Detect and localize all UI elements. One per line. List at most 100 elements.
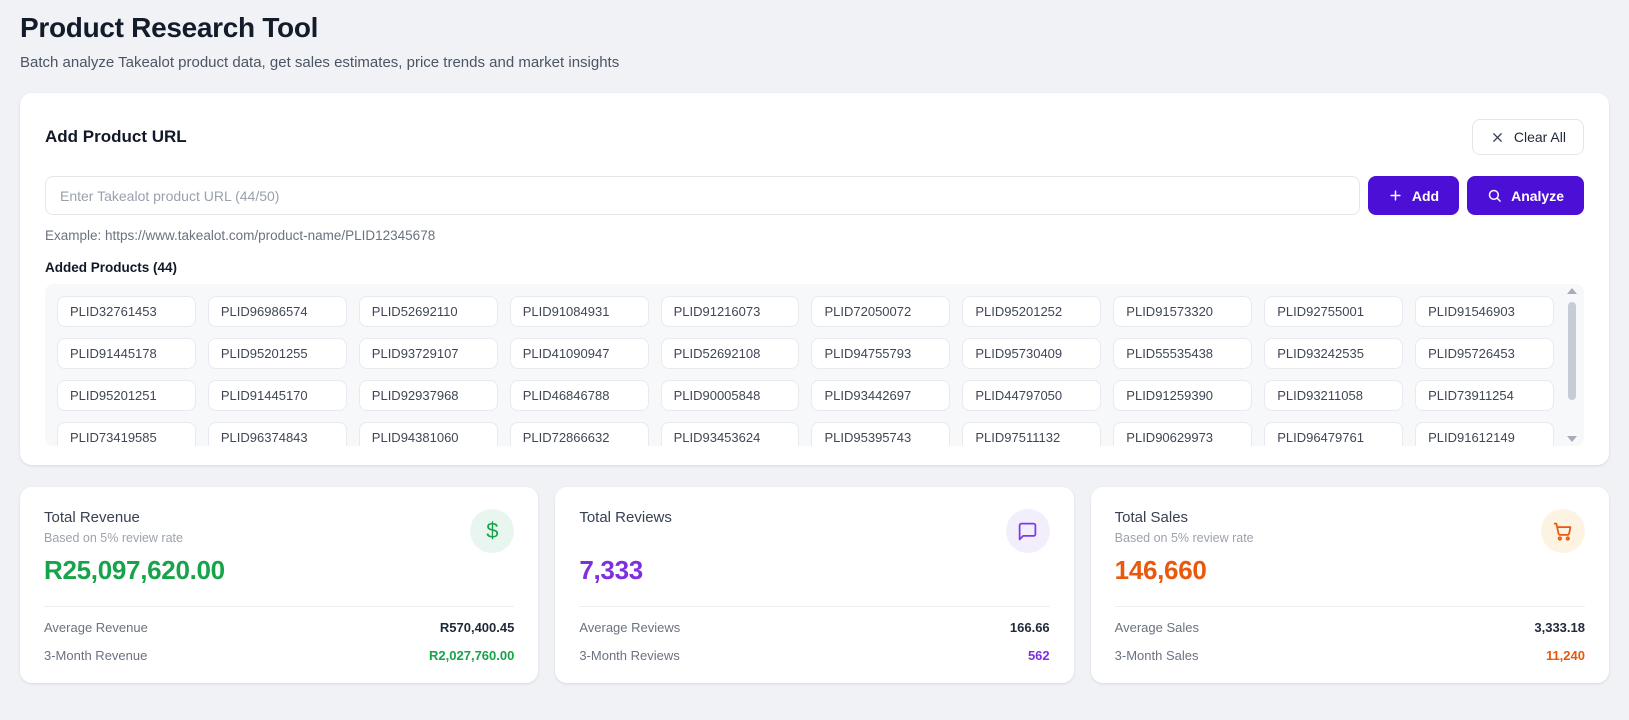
product-plid-chip[interactable]: PLID92937968 xyxy=(358,380,498,411)
product-plid-chip[interactable]: PLID91546903 xyxy=(1415,296,1554,327)
product-plid-chip[interactable]: PLID52692108 xyxy=(660,338,800,369)
product-plid: PLID91445178 xyxy=(70,346,157,361)
product-plid: PLID97511132 xyxy=(975,430,1061,445)
product-plid-chip[interactable]: PLID41090947 xyxy=(509,338,649,369)
scroll-up-icon[interactable] xyxy=(1567,288,1577,294)
product-plid: PLID93211058 xyxy=(1277,388,1363,403)
product-plid-chip[interactable]: PLID96479761 xyxy=(1264,422,1404,446)
product-plid: PLID73419585 xyxy=(70,430,157,445)
product-plid-chip[interactable]: PLID94755793 xyxy=(811,338,951,369)
scrollbar-thumb[interactable] xyxy=(1568,302,1576,400)
search-icon xyxy=(1487,188,1502,203)
stats-row: Total Revenue Based on 5% review rate R2… xyxy=(20,487,1609,683)
product-plid: PLID72866632 xyxy=(522,430,610,445)
product-plid: PLID90629973 xyxy=(1126,430,1214,445)
analyze-button[interactable]: Analyze xyxy=(1467,176,1584,215)
product-plid-chip[interactable]: PLID93729107 xyxy=(358,338,498,369)
product-plid: PLID52692110 xyxy=(371,304,458,319)
product-plid: PLID41090947 xyxy=(522,346,610,361)
product-plid: PLID91546903 xyxy=(1428,304,1515,319)
analyze-button-label: Analyze xyxy=(1511,187,1564,204)
add-button-label: Add xyxy=(1411,187,1440,204)
three-month-reviews-label: 3-Month Reviews xyxy=(579,648,680,663)
product-plid-chip[interactable]: PLID91445170 xyxy=(207,380,347,411)
product-plid: PLID44797050 xyxy=(975,388,1063,403)
product-plid-chip[interactable]: PLID44797050 xyxy=(962,380,1102,411)
reviews-subtitle xyxy=(579,531,672,546)
product-plid-chip[interactable]: PLID91445178 xyxy=(57,338,196,369)
add-button[interactable]: Add xyxy=(1367,176,1460,215)
add-product-title: Add Product URL xyxy=(45,127,187,146)
product-plid: PLID46846788 xyxy=(522,388,610,403)
product-plid: PLID95395743 xyxy=(824,430,912,445)
close-icon xyxy=(1490,130,1505,145)
three-month-reviews-value: 562 xyxy=(1027,648,1050,663)
product-plid-chip[interactable]: PLID93453624 xyxy=(660,422,800,446)
product-plid-chip[interactable]: PLID97511132 xyxy=(962,422,1102,446)
product-plid-chip[interactable]: PLID96374843 xyxy=(207,422,347,446)
product-plid-chip[interactable]: PLID95201255 xyxy=(207,338,347,369)
product-plid: PLID92755001 xyxy=(1277,304,1364,319)
url-example-text: Example: https://www.takealot.com/produc… xyxy=(45,228,436,243)
divider xyxy=(579,606,1050,607)
product-url-input[interactable] xyxy=(45,176,1360,215)
added-products-list: PLID32761453 PLID96986574 PLID52692110 P… xyxy=(57,296,1554,446)
products-scrollbar[interactable] xyxy=(1566,288,1578,442)
product-plid-chip[interactable]: PLID72866632 xyxy=(509,422,649,446)
product-plid-chip[interactable]: PLID90629973 xyxy=(1113,422,1253,446)
product-plid: PLID95726453 xyxy=(1428,346,1515,361)
product-plid-chip[interactable]: PLID91084931 xyxy=(509,296,649,327)
scroll-down-icon[interactable] xyxy=(1567,436,1577,442)
product-plid-chip[interactable]: PLID95726453 xyxy=(1415,338,1554,369)
product-plid-chip[interactable]: PLID93242535 xyxy=(1264,338,1404,369)
product-plid-chip[interactable]: PLID32761453 xyxy=(57,296,196,327)
product-plid: PLID95201255 xyxy=(220,346,308,361)
clear-all-button[interactable]: Clear All xyxy=(1471,119,1584,155)
page: Product Research Tool Batch analyze Take… xyxy=(0,0,1629,695)
product-plid: PLID55535438 xyxy=(1126,346,1214,361)
product-plid-chip[interactable]: PLID55535438 xyxy=(1113,338,1253,369)
product-plid-chip[interactable]: PLID72050072 xyxy=(811,296,951,327)
cart-icon xyxy=(1540,509,1585,553)
revenue-title: Total Revenue xyxy=(44,509,140,526)
total-revenue-card: Total Revenue Based on 5% review rate R2… xyxy=(20,487,539,683)
average-revenue-value: R570,400.45 xyxy=(439,620,515,635)
product-plid: PLID93442697 xyxy=(824,388,912,403)
product-plid-chip[interactable]: PLID91612149 xyxy=(1415,422,1554,446)
dollar-icon: $ xyxy=(470,509,515,553)
product-plid-chip[interactable]: PLID95395743 xyxy=(811,422,951,446)
average-sales-label: Average Sales xyxy=(1114,620,1199,635)
product-plid-chip[interactable]: PLID92755001 xyxy=(1264,296,1404,327)
product-plid-chip[interactable]: PLID96986574 xyxy=(207,296,347,327)
product-plid-chip[interactable]: PLID90005848 xyxy=(660,380,800,411)
product-plid: PLID32761453 xyxy=(70,304,157,319)
product-plid-chip[interactable]: PLID95201252 xyxy=(962,296,1102,327)
product-plid-chip[interactable]: PLID95201251 xyxy=(57,380,196,411)
product-plid-chip[interactable]: PLID91216073 xyxy=(660,296,800,327)
average-revenue-label: Average Revenue xyxy=(44,620,148,635)
product-plid: PLID94755793 xyxy=(824,346,912,361)
product-plid: PLID91084931 xyxy=(522,304,610,319)
product-plid: PLID73911254 xyxy=(1428,388,1514,403)
message-icon xyxy=(1005,509,1050,553)
product-plid-chip[interactable]: PLID91259390 xyxy=(1113,380,1253,411)
product-plid-chip[interactable]: PLID52692110 xyxy=(358,296,498,327)
product-plid-chip[interactable]: PLID46846788 xyxy=(509,380,649,411)
product-plid: PLID96986574 xyxy=(220,304,308,319)
product-plid-chip[interactable]: PLID73419585 xyxy=(57,422,196,446)
product-plid-chip[interactable]: PLID93211058 xyxy=(1264,380,1404,411)
product-plid: PLID93242535 xyxy=(1277,346,1364,361)
product-plid: PLID91573320 xyxy=(1126,304,1214,319)
product-plid-chip[interactable]: PLID95730409 xyxy=(962,338,1102,369)
product-plid-chip[interactable]: PLID91573320 xyxy=(1113,296,1253,327)
product-plid: PLID95201251 xyxy=(70,388,157,403)
page-title: Product Research Tool xyxy=(20,12,319,43)
product-plid-chip[interactable]: PLID94381060 xyxy=(358,422,498,446)
divider xyxy=(44,606,515,607)
product-plid-chip[interactable]: PLID73911254 xyxy=(1415,380,1554,411)
reviews-value: 7,333 xyxy=(579,555,643,585)
product-plid: PLID94381060 xyxy=(371,430,459,445)
product-plid-chip[interactable]: PLID93442697 xyxy=(811,380,951,411)
product-plid: PLID96374843 xyxy=(220,430,308,445)
product-plid: PLID92937968 xyxy=(371,388,459,403)
